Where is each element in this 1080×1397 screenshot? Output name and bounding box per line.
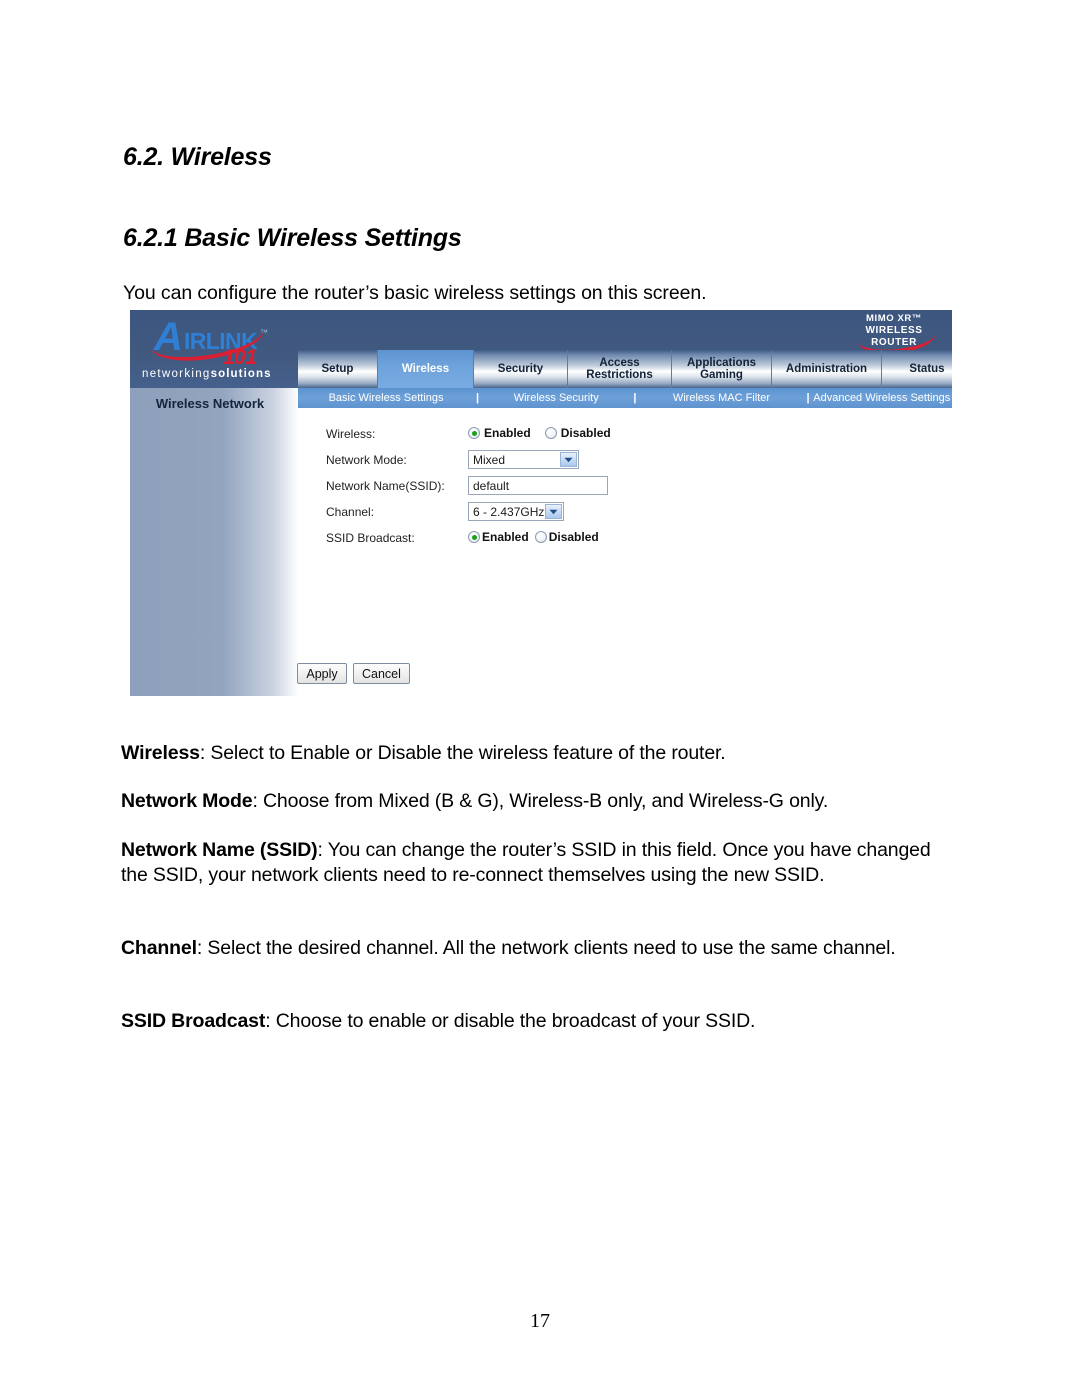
section-heading: 6.2. Wireless bbox=[123, 142, 272, 171]
network-mode-value: Mixed bbox=[473, 452, 506, 467]
tab-security[interactable]: Security bbox=[474, 350, 568, 388]
tab-wireless-label: Wireless bbox=[401, 363, 450, 375]
form-row-network-mode: Network Mode: Mixed bbox=[326, 450, 926, 472]
tab-setup[interactable]: Setup bbox=[298, 350, 378, 388]
tab-applications-gaming-label: Applications Gaming bbox=[687, 357, 756, 381]
airlink-logo: A IRLINK ™ 101 networkingsolutions bbox=[130, 310, 298, 388]
network-mode-label: Network Mode: bbox=[326, 453, 407, 467]
wireless-disabled-label: Disabled bbox=[560, 426, 611, 440]
tab-setup-label: Setup bbox=[321, 363, 354, 375]
paragraph-ssid-broadcast: SSID Broadcast: Choose to enable or disa… bbox=[121, 1009, 953, 1035]
settings-form: Wireless: Enabled Disabled Network Mode: bbox=[298, 408, 952, 693]
ssid-broadcast-enabled-label: Enabled bbox=[482, 530, 529, 544]
form-row-network-name: Network Name(SSID): default bbox=[326, 476, 926, 498]
subnav-separator: | bbox=[806, 392, 810, 404]
logo-model-number: 101 bbox=[223, 346, 257, 369]
ssid-broadcast-disabled-option[interactable]: Disabled bbox=[534, 530, 599, 544]
paragraph-wireless: Wireless: Select to Enable or Disable th… bbox=[121, 741, 953, 767]
paragraph-network-mode-term: Network Mode bbox=[121, 789, 253, 812]
product-badge: MIMO XR™ WIRELESS ROUTER bbox=[842, 313, 946, 358]
intro-paragraph: You can configure the router’s basic wir… bbox=[123, 281, 707, 304]
document-page: 6.2. Wireless 6.2.1 Basic Wireless Setti… bbox=[0, 0, 1080, 1397]
form-row-channel: Channel: 6 - 2.437GHz bbox=[326, 502, 926, 524]
ssid-broadcast-radio-group: Enabled Disabled bbox=[468, 528, 599, 546]
form-button-row: Apply Cancel bbox=[297, 663, 410, 684]
wireless-enabled-label: Enabled bbox=[484, 426, 531, 440]
network-mode-control: Mixed bbox=[468, 450, 579, 469]
radio-selected-icon[interactable] bbox=[468, 531, 480, 543]
sidebar-panel: Wireless Network bbox=[130, 388, 298, 696]
tab-access-line1: Access bbox=[599, 357, 640, 369]
paragraph-channel-term: Channel bbox=[121, 936, 197, 959]
ssid-broadcast-enabled-option[interactable]: Enabled bbox=[468, 530, 529, 544]
product-badge-line1: MIMO XR™ bbox=[866, 313, 922, 324]
subsection-heading: 6.2.1 Basic Wireless Settings bbox=[123, 223, 462, 252]
tab-administration[interactable]: Administration bbox=[772, 350, 882, 388]
subnav-item-wireless-mac-filter[interactable]: Wireless MAC Filter bbox=[638, 392, 804, 404]
sub-navigation-bar: Basic Wireless Settings | Wireless Secur… bbox=[298, 388, 952, 408]
paragraph-channel: Channel: Select the desired channel. All… bbox=[121, 936, 953, 962]
tab-apps-line2: Gaming bbox=[700, 369, 743, 381]
subnav-item-advanced-wireless-settings[interactable]: Advanced Wireless Settings bbox=[811, 392, 952, 404]
form-row-ssid-broadcast: SSID Broadcast: Enabled Disabled bbox=[326, 528, 926, 550]
network-name-label: Network Name(SSID): bbox=[326, 479, 445, 493]
network-name-control: default bbox=[468, 476, 608, 495]
paragraph-channel-text: : Select the desired channel. All the ne… bbox=[196, 936, 896, 959]
chevron-down-icon[interactable] bbox=[560, 452, 577, 467]
page-number: 17 bbox=[530, 1310, 550, 1332]
apply-button[interactable]: Apply bbox=[297, 663, 347, 684]
tab-status-label: Status bbox=[909, 363, 945, 375]
tab-administration-label: Administration bbox=[785, 363, 868, 375]
tagline-bold: solutions bbox=[210, 368, 272, 380]
logo-mark: A IRLINK ™ 101 bbox=[148, 316, 288, 368]
tagline-light: networking bbox=[142, 368, 211, 380]
router-header: A IRLINK ™ 101 networkingsolutions MIMO … bbox=[130, 310, 952, 388]
subnav-separator: | bbox=[633, 392, 637, 404]
tab-apps-line1: Applications bbox=[686, 357, 756, 369]
tab-access-line2: Restrictions bbox=[586, 369, 653, 381]
chevron-down-icon[interactable] bbox=[545, 504, 562, 519]
tab-wireless[interactable]: Wireless bbox=[378, 350, 474, 388]
main-tab-bar: Setup Wireless Security Access Restricti… bbox=[298, 350, 952, 388]
channel-select[interactable]: 6 - 2.437GHz bbox=[468, 502, 564, 521]
channel-control: 6 - 2.437GHz bbox=[468, 502, 564, 521]
cancel-button[interactable]: Cancel bbox=[353, 663, 410, 684]
wireless-disabled-option[interactable]: Disabled bbox=[544, 426, 611, 440]
radio-unselected-icon[interactable] bbox=[534, 531, 547, 543]
tab-applications-gaming[interactable]: Applications Gaming bbox=[672, 350, 772, 388]
paragraph-ssid-broadcast-text: : Choose to enable or disable the broadc… bbox=[265, 1009, 756, 1032]
tab-security-label: Security bbox=[497, 363, 544, 375]
paragraph-network-mode-text: : Choose from Mixed (B & G), Wireless-B … bbox=[252, 789, 829, 812]
subnav-separator: | bbox=[476, 392, 480, 404]
wireless-label: Wireless: bbox=[326, 427, 376, 441]
tab-status[interactable]: Status bbox=[882, 350, 952, 388]
paragraph-network-name: Network Name (SSID): You can change the … bbox=[121, 838, 953, 889]
wireless-enabled-option[interactable]: Enabled bbox=[468, 426, 531, 440]
radio-unselected-icon[interactable] bbox=[544, 427, 557, 439]
tab-access-restrictions[interactable]: Access Restrictions bbox=[568, 350, 672, 388]
paragraph-wireless-text: : Select to Enable or Disable the wirele… bbox=[199, 741, 726, 764]
tab-access-restrictions-label: Access Restrictions bbox=[586, 357, 652, 381]
ssid-broadcast-label: SSID Broadcast: bbox=[326, 531, 415, 545]
paragraph-network-mode: Network Mode: Choose from Mixed (B & G),… bbox=[121, 789, 953, 815]
paragraph-network-name-term: Network Name (SSID) bbox=[121, 838, 318, 861]
paragraph-wireless-term: Wireless bbox=[121, 741, 200, 764]
subnav-item-wireless-security[interactable]: Wireless Security bbox=[481, 392, 631, 404]
router-admin-screenshot: A IRLINK ™ 101 networkingsolutions MIMO … bbox=[130, 310, 952, 696]
form-row-wireless: Wireless: Enabled Disabled bbox=[326, 424, 926, 446]
paragraph-ssid-broadcast-term: SSID Broadcast bbox=[121, 1009, 266, 1032]
channel-label: Channel: bbox=[326, 505, 375, 519]
sidebar-title: Wireless Network bbox=[155, 396, 265, 411]
ssid-broadcast-disabled-label: Disabled bbox=[548, 530, 599, 544]
subnav-item-basic-wireless-settings[interactable]: Basic Wireless Settings bbox=[298, 392, 474, 404]
logo-tagline: networkingsolutions bbox=[142, 368, 298, 380]
network-name-input[interactable]: default bbox=[468, 476, 608, 495]
radio-selected-icon[interactable] bbox=[468, 427, 480, 439]
network-mode-select[interactable]: Mixed bbox=[468, 450, 579, 469]
wireless-radio-group: Enabled Disabled bbox=[468, 424, 611, 442]
channel-value: 6 - 2.437GHz bbox=[473, 504, 545, 519]
